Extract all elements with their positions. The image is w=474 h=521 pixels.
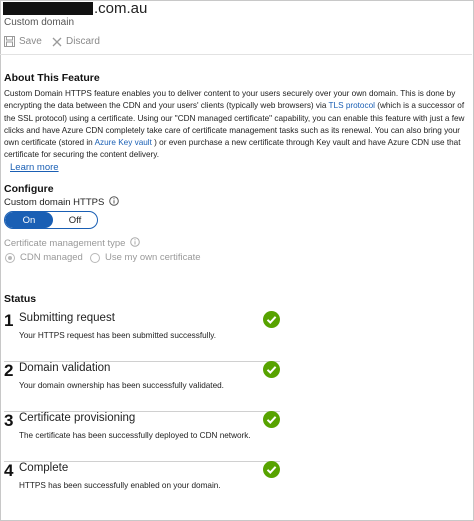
step-title: Complete <box>19 462 69 474</box>
step-description: The certificate has been successfully de… <box>19 431 251 440</box>
learn-more-link[interactable]: Learn more <box>10 162 59 173</box>
radio-button-checked[interactable] <box>5 252 15 263</box>
azure-key-vault-link[interactable]: Azure Key vault <box>95 138 152 147</box>
step-number: 4 <box>4 461 14 480</box>
blade-header: .com.au Custom domain <box>0 0 472 34</box>
about-description: Custom Domain HTTPS feature enables you … <box>4 88 466 162</box>
cert-mgmt-label-text: Certificate management type <box>4 238 126 249</box>
radio-own-certificate[interactable]: Use my own certificate <box>90 252 201 263</box>
status-step: 2 Domain validation Your domain ownershi… <box>4 361 280 412</box>
check-circle-icon <box>263 461 280 483</box>
radio-label: CDN managed <box>20 252 83 263</box>
status-step: 1 Submitting request Your HTTPS request … <box>4 311 280 362</box>
tls-protocol-link[interactable]: TLS protocol <box>329 101 375 110</box>
close-icon <box>52 37 62 47</box>
info-icon[interactable] <box>130 237 141 250</box>
discard-label: Discard <box>66 36 100 47</box>
redacted-domain-prefix <box>3 2 93 15</box>
check-circle-icon <box>263 411 280 433</box>
step-description: Your domain ownership has been successfu… <box>19 381 224 390</box>
step-description: Your HTTPS request has been submitted su… <box>19 331 217 340</box>
status-heading: Status <box>4 293 37 305</box>
blade-subtitle: Custom domain <box>4 17 75 28</box>
step-number: 1 <box>4 311 14 330</box>
step-description: HTTPS has been successfully enabled on y… <box>19 481 221 490</box>
custom-domain-https-label: Custom domain HTTPS <box>4 196 120 209</box>
radio-cdn-managed[interactable]: CDN managed <box>5 252 83 263</box>
about-heading: About This Feature <box>4 72 100 84</box>
toggle-on-option[interactable]: On <box>5 212 53 228</box>
save-label: Save <box>19 36 42 47</box>
https-toggle[interactable]: On Off <box>4 211 98 229</box>
https-label-text: Custom domain HTTPS <box>4 197 105 208</box>
step-title: Submitting request <box>19 312 115 324</box>
check-circle-icon <box>263 311 280 333</box>
certificate-management-label: Certificate management type <box>4 237 141 250</box>
status-step: 3 Certificate provisioning The certifica… <box>4 411 280 462</box>
save-button[interactable]: Save <box>4 36 42 47</box>
step-title: Domain validation <box>19 362 111 374</box>
toggle-off-option[interactable]: Off <box>53 212 97 228</box>
discard-button[interactable]: Discard <box>52 36 100 47</box>
toolbar: Save Discard <box>0 34 472 55</box>
configure-heading: Configure <box>4 183 54 195</box>
radio-button[interactable] <box>90 252 100 263</box>
step-title: Certificate provisioning <box>19 412 136 424</box>
save-icon <box>4 36 15 47</box>
info-icon[interactable] <box>109 196 120 209</box>
step-number: 2 <box>4 361 14 380</box>
check-circle-icon <box>263 361 280 383</box>
step-number: 3 <box>4 411 14 430</box>
domain-title: .com.au <box>94 0 148 17</box>
radio-label: Use my own certificate <box>105 252 201 263</box>
status-step: 4 Complete HTTPS has been successfully e… <box>4 461 280 511</box>
